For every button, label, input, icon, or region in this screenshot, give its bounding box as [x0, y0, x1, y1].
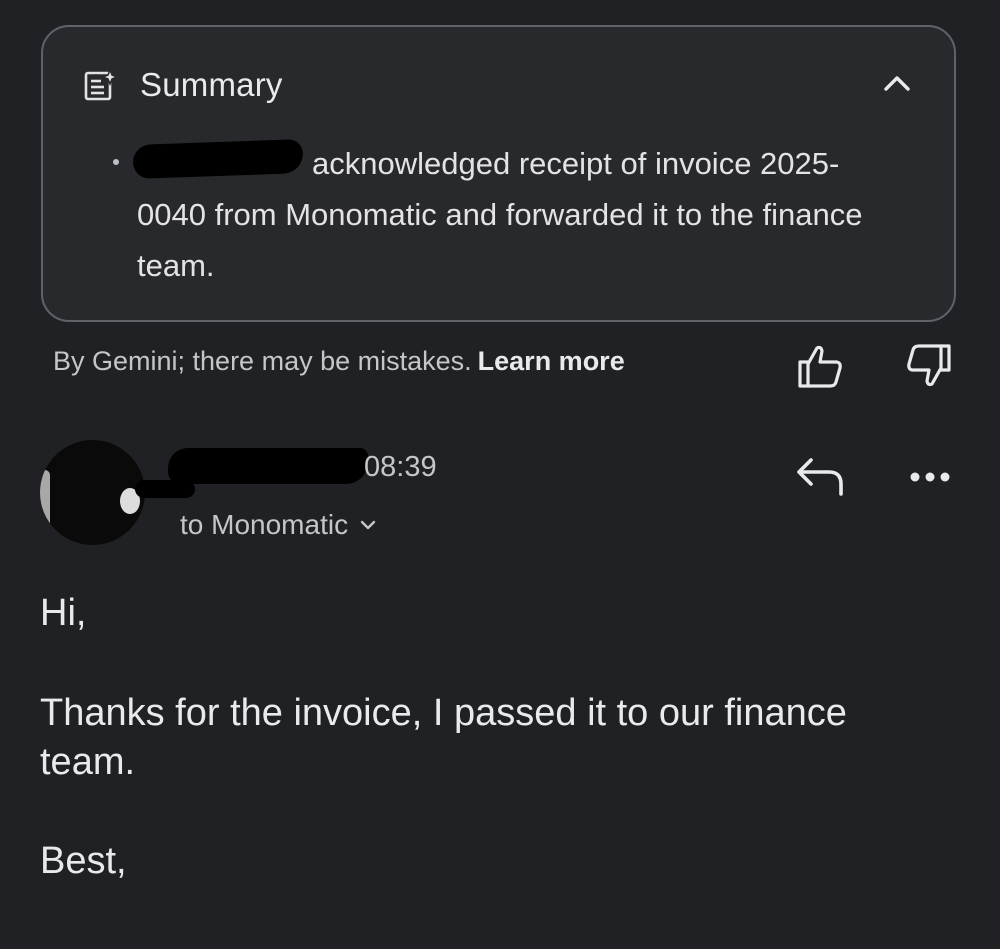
- summary-title: Summary: [140, 66, 283, 103]
- message-greeting: Hi,: [40, 592, 87, 634]
- message-body-line: team.: [40, 741, 136, 783]
- thumbs-up-icon[interactable]: [795, 342, 845, 390]
- summary-bullet-text: acknowledged receipt of invoice 2025-004…: [137, 146, 863, 283]
- disclaimer-text: By Gemini; there may be mistakes.: [53, 346, 472, 376]
- more-horizontal-icon[interactable]: [906, 462, 954, 492]
- thumbs-down-icon[interactable]: [904, 342, 954, 390]
- redacted-sender: [168, 448, 368, 484]
- sender-name[interactable]: [168, 444, 368, 484]
- message-signoff: Best,: [40, 840, 127, 882]
- avatar-edge: [40, 470, 50, 530]
- recipient-text: to Monomatic: [180, 509, 349, 540]
- avatar[interactable]: [40, 440, 145, 545]
- summary-card: Summary acknowledged receipt of invoice …: [41, 25, 956, 322]
- gemini-disclaimer: By Gemini; there may be mistakes. Learn m…: [53, 346, 625, 377]
- message-time: 08:39: [364, 451, 437, 483]
- chevron-down-icon: [360, 520, 376, 530]
- reply-icon[interactable]: [795, 456, 847, 498]
- recipient-line[interactable]: to Monomatic: [180, 509, 378, 541]
- learn-more-link[interactable]: Learn more: [478, 346, 625, 376]
- bullet-dot: [113, 159, 119, 165]
- chevron-up-icon[interactable]: [882, 69, 912, 99]
- message-body-line: Thanks for the invoice, I passed it to o…: [40, 692, 847, 734]
- summary-sparkle-icon: [84, 69, 117, 101]
